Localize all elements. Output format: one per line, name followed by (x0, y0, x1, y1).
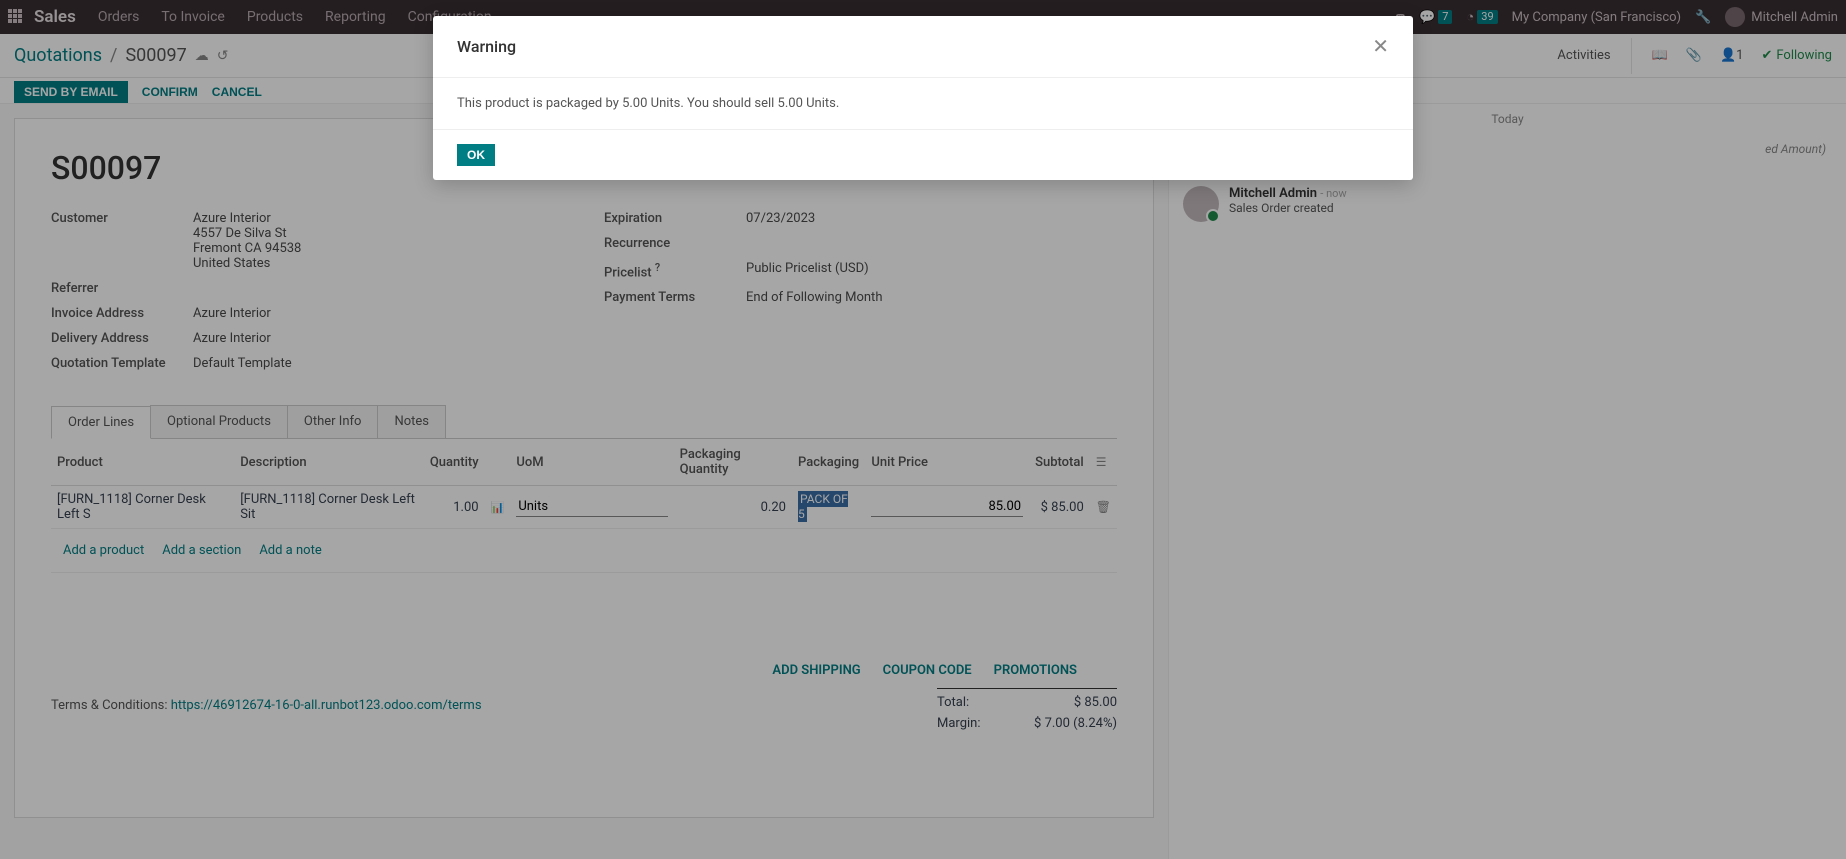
close-icon[interactable]: ✕ (1372, 34, 1389, 59)
modal-body: This product is packaged by 5.00 Units. … (433, 78, 1413, 129)
ok-button[interactable]: OK (457, 144, 495, 166)
modal-title: Warning (457, 37, 516, 56)
warning-modal: Warning ✕ This product is packaged by 5.… (433, 16, 1413, 180)
